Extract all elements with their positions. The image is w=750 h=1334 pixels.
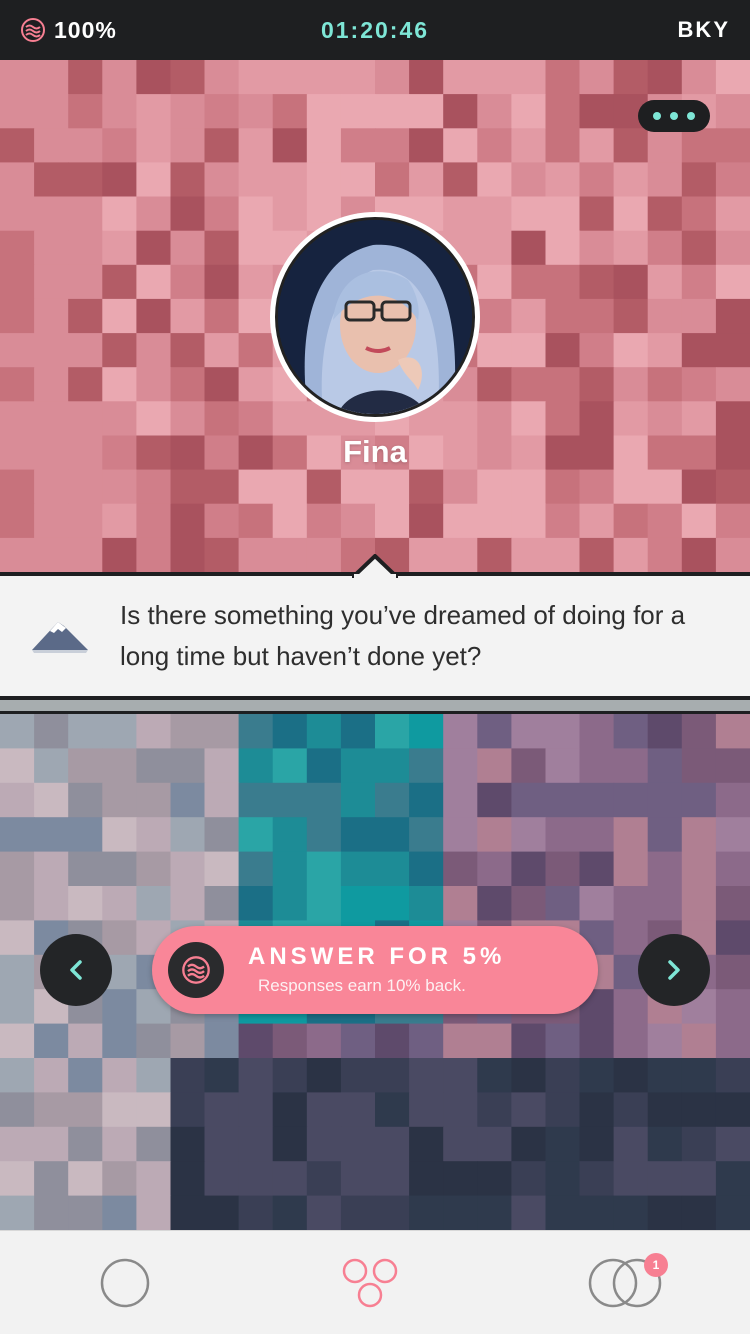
divider	[0, 700, 750, 714]
speech-pointer	[352, 554, 398, 578]
battery-indicator: 100%	[20, 17, 117, 44]
profile-header: Fina	[0, 60, 750, 572]
answer-title: ANSWER FOR 5%	[248, 943, 506, 970]
three-circles-icon	[342, 1258, 398, 1308]
notification-badge: 1	[644, 1253, 668, 1277]
coin-wave-icon	[182, 956, 210, 984]
carrier-label: BKY	[677, 17, 730, 42]
avatar[interactable]	[270, 212, 480, 422]
tab-bar: 1	[0, 1230, 750, 1334]
more-options-button[interactable]	[638, 100, 710, 132]
tab-discover[interactable]	[326, 1253, 416, 1313]
battery-percent: 100%	[54, 16, 117, 43]
chevron-left-icon	[70, 960, 82, 980]
answer-button[interactable]: ANSWER FOR 5% Responses earn 10% back.	[152, 926, 598, 1014]
question-text: Is there something you’ve dreamed of doi…	[120, 600, 686, 671]
question-card: Is there something you’ve dreamed of doi…	[0, 554, 750, 700]
next-button[interactable]	[638, 934, 710, 1006]
previous-button[interactable]	[40, 934, 112, 1006]
chevron-right-icon	[668, 960, 680, 980]
ellipsis-icon	[653, 112, 661, 120]
profile-name: Fina	[343, 434, 407, 469]
avatar-photo	[278, 220, 472, 414]
tab-home[interactable]	[80, 1253, 170, 1313]
circle-icon	[100, 1258, 150, 1308]
tab-connections[interactable]: 1	[580, 1253, 670, 1313]
answer-area: ANSWER FOR 5% Responses earn 10% back.	[0, 714, 750, 1230]
answer-subtitle: Responses earn 10% back.	[258, 976, 466, 995]
mountain-icon	[32, 622, 88, 653]
status-bar: 100% 01:20:46 BKY	[0, 0, 750, 60]
coin-wave-icon	[21, 18, 45, 42]
coin-icon-holder	[168, 942, 224, 998]
